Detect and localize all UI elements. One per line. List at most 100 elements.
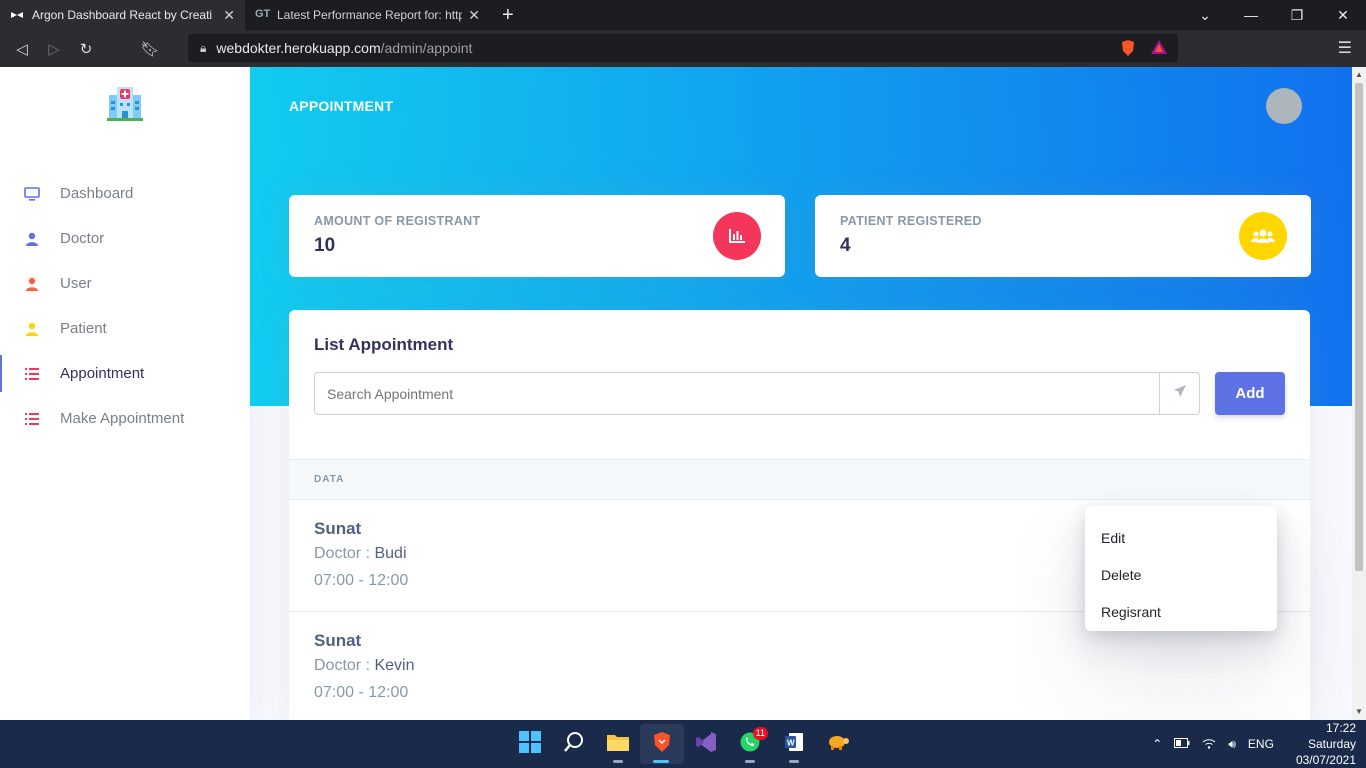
whatsapp-button[interactable]: 11 [728, 724, 772, 764]
stat-card-patient: PATIENT REGISTERED 4 [815, 195, 1311, 277]
user-icon [24, 321, 40, 337]
stat-value: 4 [840, 235, 851, 256]
stat-value: 10 [314, 235, 336, 256]
reload-icon[interactable]: ↻ [70, 40, 102, 58]
bookmark-icon[interactable]: 🔖︎ [134, 40, 166, 58]
brave-rewards-icon[interactable] [1150, 39, 1168, 60]
language-indicator[interactable]: ENG [1248, 737, 1274, 751]
scrollbar[interactable]: ▲ ▼ [1352, 67, 1366, 720]
tv-icon [24, 186, 40, 202]
file-explorer-button[interactable] [596, 724, 640, 764]
running-indicator [789, 760, 799, 763]
browser-tab[interactable]: GT Latest Performance Report for: https:… [245, 0, 490, 30]
sidebar-item-label: Patient [60, 320, 107, 337]
system-tray: ⌃ 🔊︎ ENG 17:22 Saturday 03/07/2021 [1152, 720, 1356, 768]
visual-studio-icon [695, 731, 717, 758]
minimize-icon[interactable]: — [1228, 7, 1274, 23]
sidebar-item-label: Appointment [60, 365, 145, 382]
browser-toolbar: ◁ ▷ ↻ 🔖︎ 🔒︎ webdokter.herokuapp.com/admi… [0, 30, 1366, 67]
doctor-prefix: Doctor : [314, 657, 375, 674]
address-bar[interactable]: 🔒︎ webdokter.herokuapp.com/admin/appoint [188, 34, 1178, 62]
list-icon [24, 366, 40, 382]
dropdown-item-registrant[interactable]: Regisrant [1085, 593, 1277, 630]
word-button[interactable]: W [772, 724, 816, 764]
scrollbar-thumb[interactable] [1355, 83, 1363, 571]
taskbar: 11 W ⌃ 🔊︎ ENG 17:22 Saturday 03/07/2021 [0, 720, 1366, 768]
clock-time: 17:22 [1325, 721, 1356, 735]
doctor-name: Budi [374, 545, 407, 562]
paper-plane-icon [1173, 384, 1187, 403]
sidebar: Dashboard Doctor User Patient Appointmen… [0, 67, 250, 720]
sidebar-item-patient[interactable]: Patient [0, 306, 250, 351]
search-input[interactable] [315, 373, 1159, 414]
extension-icons [1120, 39, 1168, 60]
sidebar-item-dashboard[interactable]: Dashboard [0, 171, 250, 216]
send-button[interactable] [1159, 373, 1199, 414]
user-icon [24, 231, 40, 247]
start-button[interactable] [508, 724, 552, 764]
window-controls: ⌄ — ❐ ✕ [1182, 0, 1366, 30]
close-tab-icon[interactable]: ✕ [468, 7, 480, 24]
windows-icon [519, 730, 541, 758]
volume-icon[interactable]: 🔊︎ [1228, 737, 1236, 752]
dropdown-item-edit[interactable]: Edit [1085, 519, 1277, 556]
appointment-time: 07:00 - 12:00 [314, 572, 409, 589]
card-title: List Appointment [314, 335, 454, 354]
tab-title: Argon Dashboard React by Creati [32, 8, 213, 22]
taskbar-apps: 11 W [508, 724, 860, 764]
table-header: DATA [289, 459, 1310, 500]
sidebar-item-doctor[interactable]: Doctor [0, 216, 250, 261]
battery-icon[interactable] [1174, 737, 1190, 751]
argon-favicon-icon [10, 8, 24, 22]
clock[interactable]: 17:22 Saturday 03/07/2021 [1296, 720, 1356, 768]
turtle-app-icon [826, 732, 850, 757]
brave-shields-icon[interactable] [1120, 39, 1136, 60]
app-button[interactable] [816, 724, 860, 764]
list-icon [24, 411, 40, 427]
sidebar-item-label: Make Appointment [60, 410, 185, 427]
sidebar-item-appointment[interactable]: Appointment [0, 351, 250, 396]
search-group [314, 372, 1200, 415]
doctor-name: Kevin [374, 657, 415, 674]
brave-button[interactable] [640, 724, 684, 764]
folder-icon [606, 732, 630, 757]
tab-search-icon[interactable]: ⌄ [1182, 7, 1228, 24]
browser-tab-active[interactable]: Argon Dashboard React by Creati ✕ [0, 0, 245, 30]
browser-menu-icon[interactable]: ☰ [1338, 38, 1352, 58]
chevron-up-icon[interactable]: ⌃ [1152, 737, 1162, 751]
avatar[interactable] [1266, 88, 1302, 124]
wifi-icon[interactable] [1202, 737, 1216, 752]
stat-label: PATIENT REGISTERED [840, 214, 982, 228]
appointment-name: Sunat [314, 631, 362, 650]
sidebar-item-make-appointment[interactable]: Make Appointment [0, 396, 250, 441]
sidebar-item-label: User [60, 275, 92, 292]
chart-bar-icon [713, 212, 761, 260]
close-window-icon[interactable]: ✕ [1320, 7, 1366, 24]
forward-icon[interactable]: ▷ [38, 40, 70, 58]
doctor-prefix: Doctor : [314, 545, 375, 562]
back-icon[interactable]: ◁ [6, 40, 38, 58]
visual-studio-button[interactable] [684, 724, 728, 764]
sidebar-item-label: Doctor [60, 230, 105, 247]
scroll-up-icon[interactable]: ▲ [1355, 70, 1363, 79]
page-title: APPOINTMENT [289, 98, 394, 114]
restore-icon[interactable]: ❐ [1274, 7, 1320, 24]
hospital-logo-icon[interactable] [105, 85, 145, 121]
word-icon: W [783, 731, 805, 758]
appointment-time: 07:00 - 12:00 [314, 684, 409, 701]
appointment-doctor: Doctor : Kevin [314, 657, 415, 675]
gtmetrix-favicon-icon: GT [255, 8, 271, 20]
close-tab-icon[interactable]: ✕ [223, 7, 235, 24]
user-icon [24, 276, 40, 292]
dropdown-item-delete[interactable]: Delete [1085, 556, 1277, 593]
notification-badge: 11 [752, 727, 768, 740]
search-button[interactable] [552, 724, 596, 764]
new-tab-icon[interactable]: + [502, 4, 514, 27]
scroll-down-icon[interactable]: ▼ [1355, 707, 1363, 716]
add-button[interactable]: Add [1215, 372, 1285, 415]
search-icon [563, 731, 585, 758]
running-indicator [653, 760, 669, 763]
sidebar-item-label: Dashboard [60, 185, 134, 202]
users-icon [1239, 212, 1287, 260]
sidebar-item-user[interactable]: User [0, 261, 250, 306]
